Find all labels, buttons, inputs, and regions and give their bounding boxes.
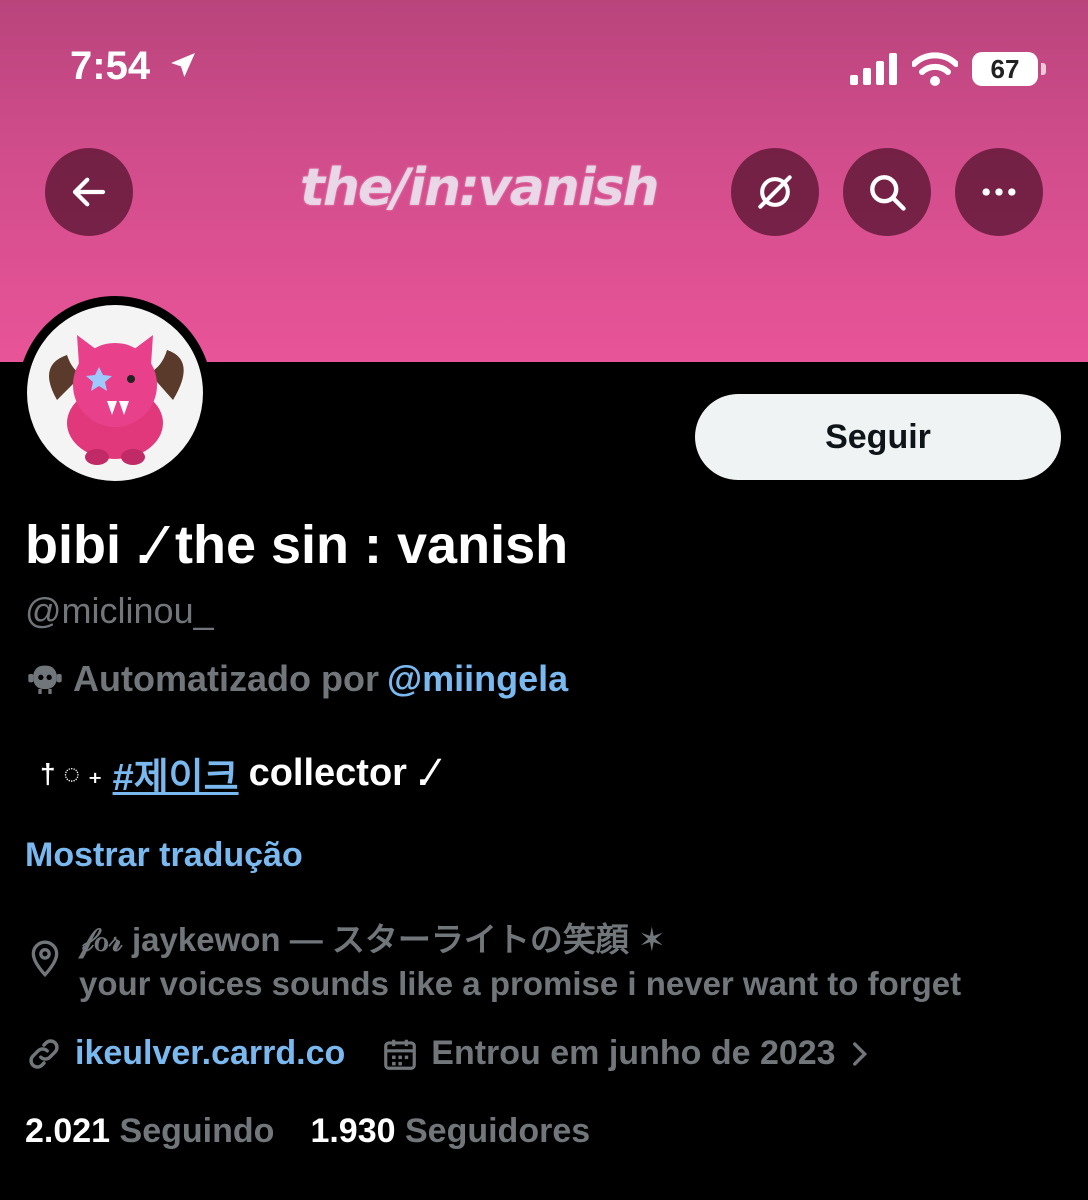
bio-text: collector .⁄	[248, 752, 435, 794]
automated-label: Automatizado por @miingela	[25, 658, 568, 700]
automated-text: Automatizado por	[73, 658, 379, 699]
calendar-icon	[384, 1039, 417, 1070]
chevron-right-icon[interactable]	[842, 1037, 876, 1071]
battery-indicator: 67	[972, 52, 1046, 86]
bot-icon	[28, 665, 62, 694]
avatar-image	[27, 305, 203, 481]
profile-location: 𝒻ℴ𝓇 jaykewon — スターライトの笑顔 ✶ your voices s…	[25, 918, 961, 1006]
arrow-left-icon	[72, 177, 106, 207]
grok-icon	[758, 175, 792, 209]
search-button[interactable]	[843, 148, 931, 236]
location-arrow-icon	[171, 53, 196, 77]
bio-hashtag-link[interactable]: #제이크	[113, 746, 239, 801]
bio-symbols: † ◌ ₊	[40, 758, 103, 789]
more-options-button[interactable]	[955, 148, 1043, 236]
profile-meta: ikeulver.carrd.co Entrou em junho de 202…	[25, 1034, 876, 1073]
followers-label: Seguidores	[404, 1112, 591, 1150]
more-icon	[982, 188, 1016, 196]
signal-icon	[850, 53, 897, 85]
join-date[interactable]: Entrou em junho de 2023	[431, 1034, 835, 1073]
follow-button[interactable]: Seguir	[695, 394, 1061, 480]
link-icon	[29, 1038, 59, 1069]
profile-bio: † ◌ ₊ #제이크 collector .⁄	[40, 746, 434, 801]
following-stat[interactable]: 2.021 Seguindo	[25, 1112, 274, 1151]
display-name: bibi .⁄ the sin : vanish	[25, 515, 569, 575]
follow-stats: 2.021 Seguindo 1.930 Seguidores	[25, 1112, 590, 1151]
automated-by-link[interactable]: @miingela	[387, 658, 568, 700]
location-pin-icon	[31, 940, 59, 978]
following-count: 2.021	[25, 1112, 111, 1150]
location-line-2: your voices sounds like a promise i neve…	[79, 965, 962, 1002]
website-link[interactable]: ikeulver.carrd.co	[75, 1034, 345, 1073]
banner-logo-text: the/in:vanish	[300, 158, 660, 218]
status-icons: 67	[850, 52, 1046, 86]
following-label: Seguindo	[119, 1112, 275, 1150]
back-button[interactable]	[45, 148, 133, 236]
location-line-1: 𝒻ℴ𝓇 jaykewon — スターライトの笑顔 ✶	[79, 921, 666, 958]
wifi-icon	[912, 52, 958, 86]
search-icon	[870, 175, 906, 211]
status-time: 7:54	[70, 44, 199, 89]
show-translation-link[interactable]: Mostrar tradução	[25, 836, 303, 875]
grok-button[interactable]	[731, 148, 819, 236]
profile-avatar[interactable]	[18, 296, 212, 490]
followers-stat[interactable]: 1.930 Seguidores	[310, 1112, 590, 1151]
clock: 7:54	[70, 44, 151, 88]
followers-count: 1.930	[310, 1112, 396, 1150]
username-handle: @miclinou_	[25, 590, 214, 631]
